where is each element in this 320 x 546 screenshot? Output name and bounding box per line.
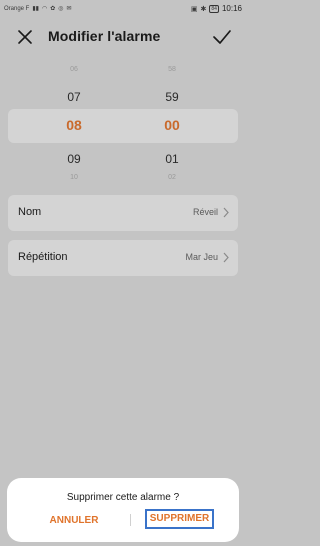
nfc-icon: ▣ [190, 5, 198, 13]
status-time: 10:16 [221, 4, 242, 13]
minute-option[interactable]: 58 [152, 66, 192, 73]
picker-row-selected: 08 00 [0, 111, 246, 143]
hour-option[interactable]: 10 [54, 174, 94, 181]
signal-icon: ▮▮ [32, 6, 39, 12]
chevron-right-icon [223, 207, 229, 218]
alarm-name-label: Nom [18, 206, 42, 218]
time-picker[interactable]: 06 58 07 59 08 00 09 01 10 02 [0, 62, 246, 184]
minute-option[interactable]: 01 [152, 152, 192, 166]
app-header: Modifier l'alarme [0, 22, 246, 52]
delete-button[interactable]: SUPPRIMER [145, 509, 214, 529]
carrier-label: Orange F [4, 5, 30, 12]
check-icon[interactable] [212, 28, 232, 46]
page-title: Modifier l'alarme [48, 28, 161, 44]
cancel-button[interactable]: ANNULER [47, 513, 101, 527]
minute-option[interactable]: 02 [152, 174, 192, 181]
picker-row-far-bottom: 10 02 [0, 174, 246, 184]
hour-option[interactable]: 06 [54, 66, 94, 73]
dialog-message: Supprimer cette alarme ? [66, 492, 180, 503]
mail-icon: ✉ [66, 6, 72, 12]
settings-icon: ✿ [50, 6, 56, 12]
alarm-repeat-setting[interactable]: Répétition Mar Jeu [8, 240, 238, 276]
picker-row-far-top: 06 58 [0, 66, 246, 78]
alarm-name-setting[interactable]: Nom Réveil [8, 195, 238, 231]
selected-hour[interactable]: 08 [54, 117, 94, 133]
wifi-icon: ◠ [41, 6, 48, 12]
chevron-right-icon [223, 252, 229, 263]
notification-icon: ◎ [58, 6, 64, 12]
hour-option[interactable]: 07 [54, 90, 94, 104]
status-right: ▣ ✱ 84 10:16 [191, 4, 242, 13]
bluetooth-icon: ✱ [200, 5, 207, 13]
alarm-name-value: Réveil [192, 207, 218, 217]
delete-alarm-dialog: Supprimer cette alarme ? ANNULER SUPPRIM… [7, 478, 239, 542]
close-icon[interactable] [16, 28, 34, 46]
dialog-divider [130, 514, 131, 526]
battery-icon: 84 [209, 4, 219, 13]
status-bar: Orange F ▮▮ ◠ ✿ ◎ ✉ ▣ ✱ 84 10:16 [0, 0, 246, 18]
selected-minute[interactable]: 00 [152, 117, 192, 133]
status-left: Orange F ▮▮ ◠ ✿ ◎ ✉ [4, 5, 72, 13]
alarm-repeat-value: Mar Jeu [185, 252, 218, 262]
hour-option[interactable]: 09 [54, 152, 94, 166]
alarm-repeat-label: Répétition [18, 251, 68, 263]
minute-option[interactable]: 59 [152, 90, 192, 104]
